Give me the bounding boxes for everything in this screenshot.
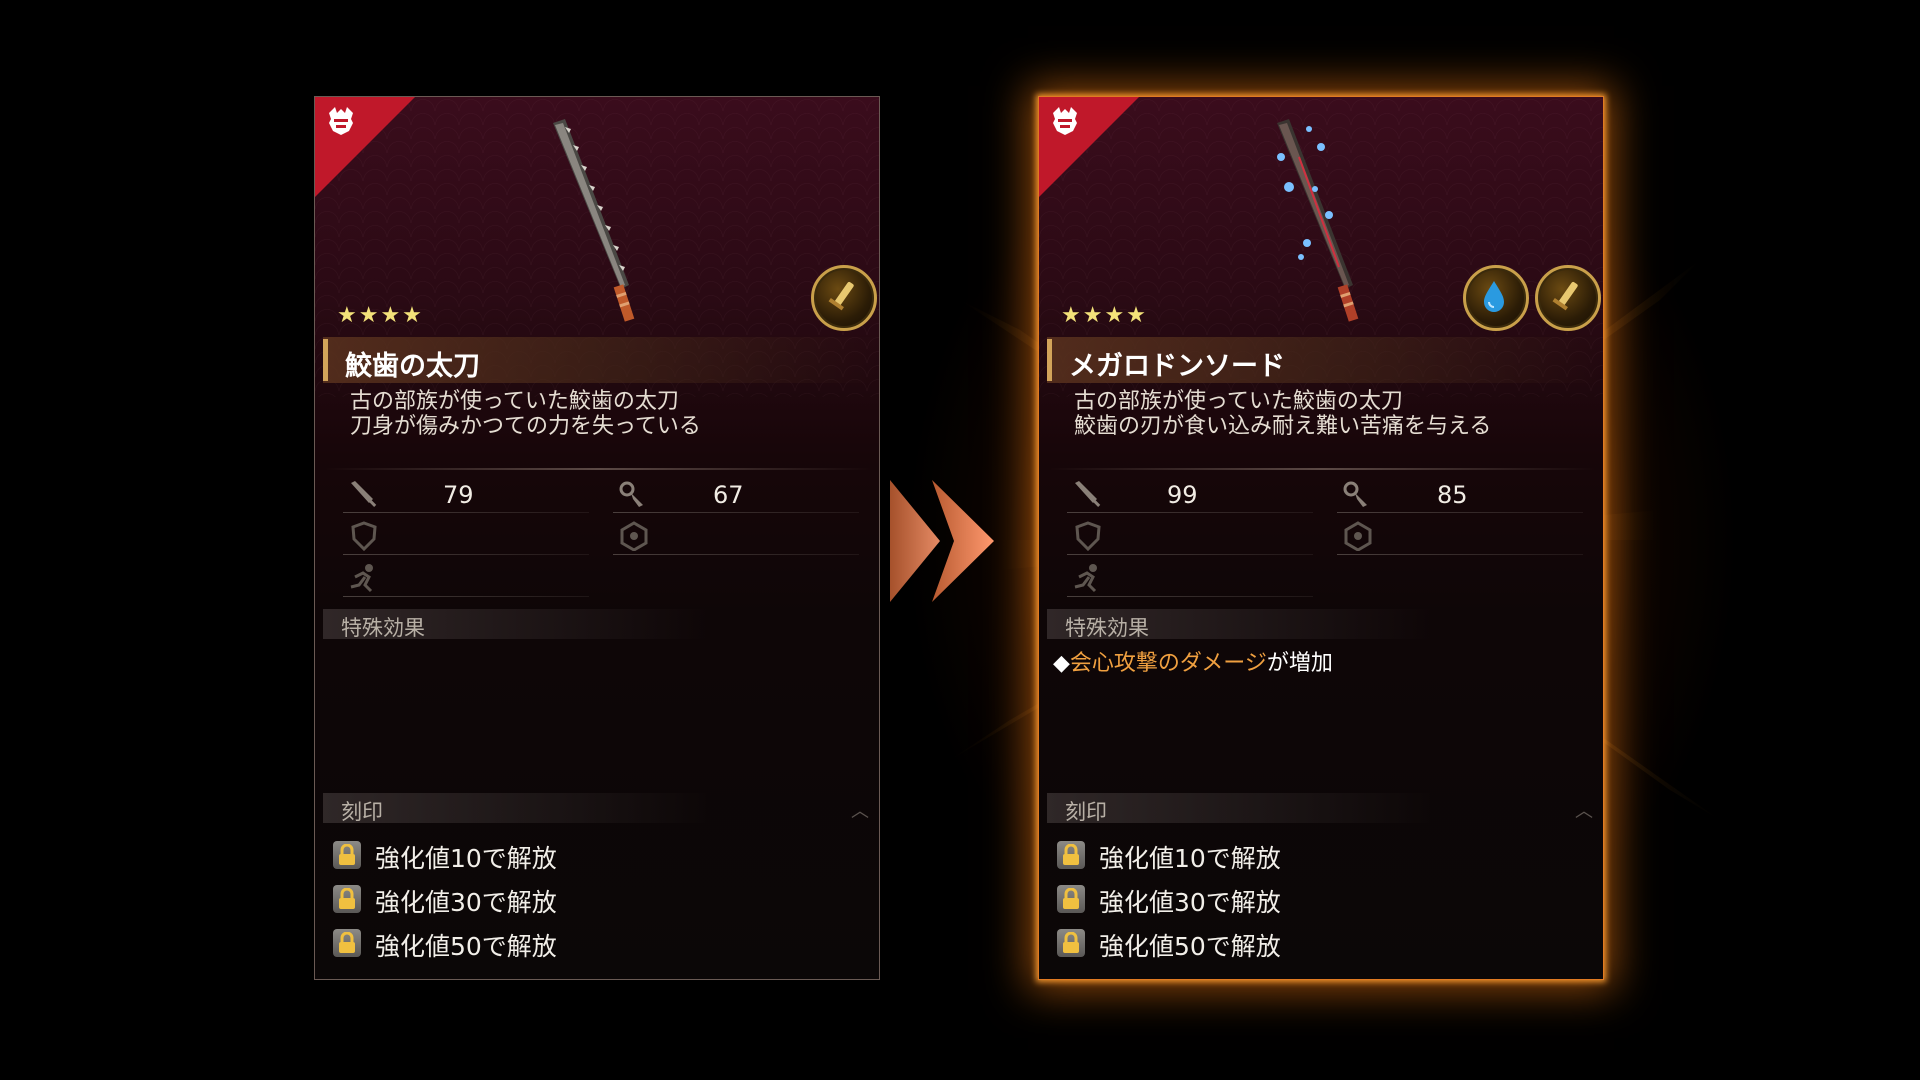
weapon-name: 鮫歯の太刀	[345, 351, 480, 382]
engraving-text: 強化値30で解放	[1099, 888, 1281, 917]
sword-badge-icon	[811, 265, 877, 331]
stat-line	[1337, 554, 1583, 555]
affinity-icon	[1343, 481, 1367, 507]
effect-bullet: ◆	[1053, 651, 1070, 676]
hexagon-icon	[620, 521, 648, 551]
running-icon	[350, 564, 373, 593]
water-element-icon	[1463, 265, 1529, 331]
chevron-up-icon[interactable]: ︿	[1575, 797, 1593, 823]
affinity-value: 67	[713, 481, 744, 509]
hexagon-icon	[1344, 521, 1372, 551]
helmet-icon	[323, 103, 359, 139]
stat-line	[1067, 554, 1313, 555]
lock-icon	[333, 929, 361, 957]
engrave-header	[323, 793, 873, 823]
lock-icon	[333, 885, 361, 913]
stat-affinity: 85	[1337, 473, 1583, 513]
helmet-icon	[1047, 103, 1083, 139]
engraving-text: 強化値50で解放	[1099, 932, 1281, 961]
lock-icon	[1057, 885, 1085, 913]
stat-speed	[343, 557, 589, 597]
stat-element	[1337, 515, 1583, 555]
sword-icon	[1075, 481, 1101, 507]
stat-defense	[1067, 515, 1313, 555]
stat-element	[613, 515, 859, 555]
stat-line	[343, 512, 589, 513]
weapon-card-after: ★★★★ メガロドンソード 古の部族が使っていた鮫歯の太刀 鮫歯の刃が食い込み耐…	[1038, 96, 1604, 980]
engrave-label: 刻印	[341, 800, 383, 824]
megalodon-sword-image	[1277, 119, 1359, 322]
sword-badge-icon	[1535, 265, 1601, 331]
lock-icon	[1057, 929, 1085, 957]
stat-line	[343, 596, 589, 597]
stat-attack: 79	[343, 473, 589, 513]
shield-icon	[1075, 521, 1101, 551]
weapon-description: 古の部族が使っていた鮫歯の太刀 刀身が傷みかつての力を失っている	[350, 389, 701, 439]
engrave-header	[1047, 793, 1597, 823]
stat-line	[1067, 596, 1313, 597]
stats-divider	[1049, 468, 1595, 470]
stat-affinity: 67	[613, 473, 859, 513]
stat-line	[613, 554, 859, 555]
effect-suffix: が増加	[1266, 651, 1333, 676]
special-effect-label: 特殊効果	[1065, 616, 1149, 640]
engrave-label: 刻印	[1065, 800, 1107, 824]
attack-value: 99	[1167, 481, 1198, 509]
lock-icon	[333, 841, 361, 869]
stat-line	[1337, 512, 1583, 513]
affinity-value: 85	[1437, 481, 1468, 509]
weapon-name: メガロドンソード	[1069, 351, 1285, 382]
stat-speed	[1067, 557, 1313, 597]
weapon-name-bar: 鮫歯の太刀	[323, 337, 879, 383]
upgrade-arrow-icon	[890, 480, 994, 602]
shield-icon	[351, 521, 377, 551]
special-effect-entry: ◆会心攻撃のダメージが増加	[1053, 645, 1333, 677]
engraving-text: 強化値10で解放	[1099, 844, 1281, 873]
stat-line	[613, 512, 859, 513]
special-effect-label: 特殊効果	[341, 616, 425, 640]
shark-tooth-sword-image	[553, 119, 635, 322]
weapon-name-bar: メガロドンソード	[1047, 337, 1603, 383]
sword-icon	[351, 481, 377, 507]
chevron-up-icon[interactable]: ︿	[851, 797, 869, 823]
engraving-text: 強化値50で解放	[375, 932, 557, 961]
name-accent	[323, 339, 328, 381]
running-icon	[1074, 564, 1097, 593]
engraving-text: 強化値10で解放	[375, 844, 557, 873]
stat-attack: 99	[1067, 473, 1313, 513]
stat-defense	[343, 515, 589, 555]
effect-highlight: 会心攻撃のダメージ	[1069, 651, 1267, 676]
stat-line	[343, 554, 589, 555]
affinity-icon	[619, 481, 643, 507]
rarity-stars: ★★★★	[337, 303, 424, 328]
lock-icon	[1057, 841, 1085, 869]
weapon-card-before: ★★★★ 鮫歯の太刀 古の部族が使っていた鮫歯の太刀 刀身が傷みかつての力を失っ…	[314, 96, 880, 980]
rarity-stars: ★★★★	[1061, 303, 1148, 328]
attack-value: 79	[443, 481, 474, 509]
stats-divider	[325, 468, 871, 470]
weapon-description: 古の部族が使っていた鮫歯の太刀 鮫歯の刃が食い込み耐え難い苦痛を与える	[1074, 389, 1492, 439]
stat-line	[1067, 512, 1313, 513]
engraving-text: 強化値30で解放	[375, 888, 557, 917]
name-accent	[1047, 339, 1052, 381]
